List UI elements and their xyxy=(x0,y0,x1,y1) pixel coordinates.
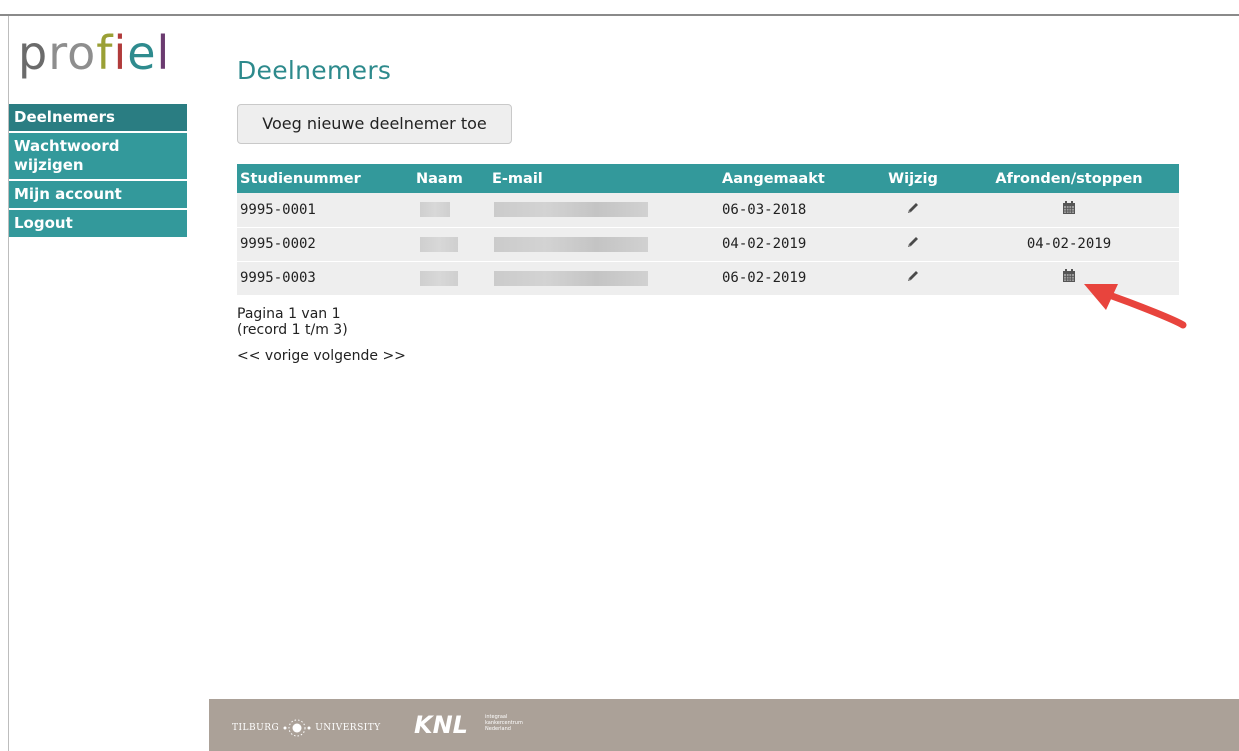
add-participant-button[interactable]: Voeg nieuwe deelnemer toe xyxy=(237,104,512,144)
redacted-email xyxy=(494,270,648,286)
pagination-links: << vorige volgende >> xyxy=(237,348,406,364)
knl-subtitle: integraal kankercentrum Nederland xyxy=(485,714,523,732)
cell-studienummer: 9995-0002 xyxy=(237,227,413,262)
cell-aangemaakt: 06-03-2018 xyxy=(719,193,867,228)
cell-afronden-date: 04-02-2019 xyxy=(959,227,1179,262)
column-header-email[interactable]: E-mail xyxy=(489,164,719,193)
calendar-icon[interactable] xyxy=(1061,200,1077,220)
pagination-status: Pagina 1 van 1 (record 1 t/m 3) xyxy=(237,306,348,338)
cell-email xyxy=(489,227,719,262)
knl-logo[interactable]: KNL xyxy=(414,711,468,739)
cell-naam xyxy=(413,261,489,296)
table-header-row: Studienummer Naam E-mail Aangemaakt Wijz… xyxy=(237,164,1179,193)
calendar-icon[interactable] xyxy=(1061,269,1077,288)
cell-wijzig xyxy=(867,227,959,262)
tilburg-university-logo[interactable]: TILBURG UNIVERSITY xyxy=(232,717,381,739)
redacted-name xyxy=(420,270,458,286)
cell-aangemaakt: 06-02-2019 xyxy=(719,261,867,296)
redacted-email xyxy=(494,236,648,252)
table-row: 9995-0003 06-02-2019 xyxy=(237,261,1179,296)
redacted-name xyxy=(420,202,450,218)
page-title: Deelnemers xyxy=(237,56,392,85)
column-header-wijzig: Wijzig xyxy=(867,164,959,193)
cell-aangemaakt: 04-02-2019 xyxy=(719,227,867,262)
cell-studienummer: 9995-0003 xyxy=(237,261,413,296)
sidebar-item-deelnemers[interactable]: Deelnemers xyxy=(9,104,187,131)
column-header-studienummer[interactable]: Studienummer xyxy=(237,164,413,193)
pencil-icon[interactable] xyxy=(905,271,921,288)
cell-wijzig xyxy=(867,261,959,296)
pencil-icon[interactable] xyxy=(905,202,921,220)
previous-page-link[interactable]: << vorige xyxy=(237,348,309,364)
sidebar-item-logout[interactable]: Logout xyxy=(9,210,187,237)
table-row: 9995-0002 04-02-2019 04-02-2019 xyxy=(237,227,1179,262)
red-arrow-annotation xyxy=(1084,284,1187,329)
cell-afronden xyxy=(959,193,1179,228)
column-header-afronden: Afronden/stoppen xyxy=(959,164,1179,193)
footer: TILBURG UNIVERSITY KNL integraal kankerc… xyxy=(209,699,1239,751)
university-seal-icon xyxy=(283,719,311,737)
cell-studienummer: 9995-0001 xyxy=(237,193,413,228)
cell-email xyxy=(489,193,719,228)
cell-naam xyxy=(413,193,489,228)
participants-table: Studienummer Naam E-mail Aangemaakt Wijz… xyxy=(237,164,1179,296)
cell-email xyxy=(489,261,719,296)
profiel-logo[interactable]: profiel xyxy=(18,30,170,76)
table-row: 9995-0001 06-03-2018 xyxy=(237,193,1179,228)
cell-naam xyxy=(413,227,489,262)
pencil-icon[interactable] xyxy=(905,237,921,254)
cell-wijzig xyxy=(867,193,959,228)
top-divider xyxy=(0,14,1239,16)
next-page-link[interactable]: volgende >> xyxy=(313,348,406,364)
sidebar-item-wachtwoord-wijzigen[interactable]: Wachtwoord wijzigen xyxy=(9,133,187,179)
sidebar-nav: Deelnemers Wachtwoord wijzigen Mijn acco… xyxy=(9,104,187,239)
sidebar-item-mijn-account[interactable]: Mijn account xyxy=(9,181,187,208)
column-header-naam[interactable]: Naam xyxy=(413,164,489,193)
redacted-email xyxy=(494,202,648,218)
redacted-name xyxy=(420,236,458,252)
column-header-aangemaakt[interactable]: Aangemaakt xyxy=(719,164,867,193)
main-content: Deelnemers Voeg nieuwe deelnemer toe Stu… xyxy=(237,56,1179,364)
